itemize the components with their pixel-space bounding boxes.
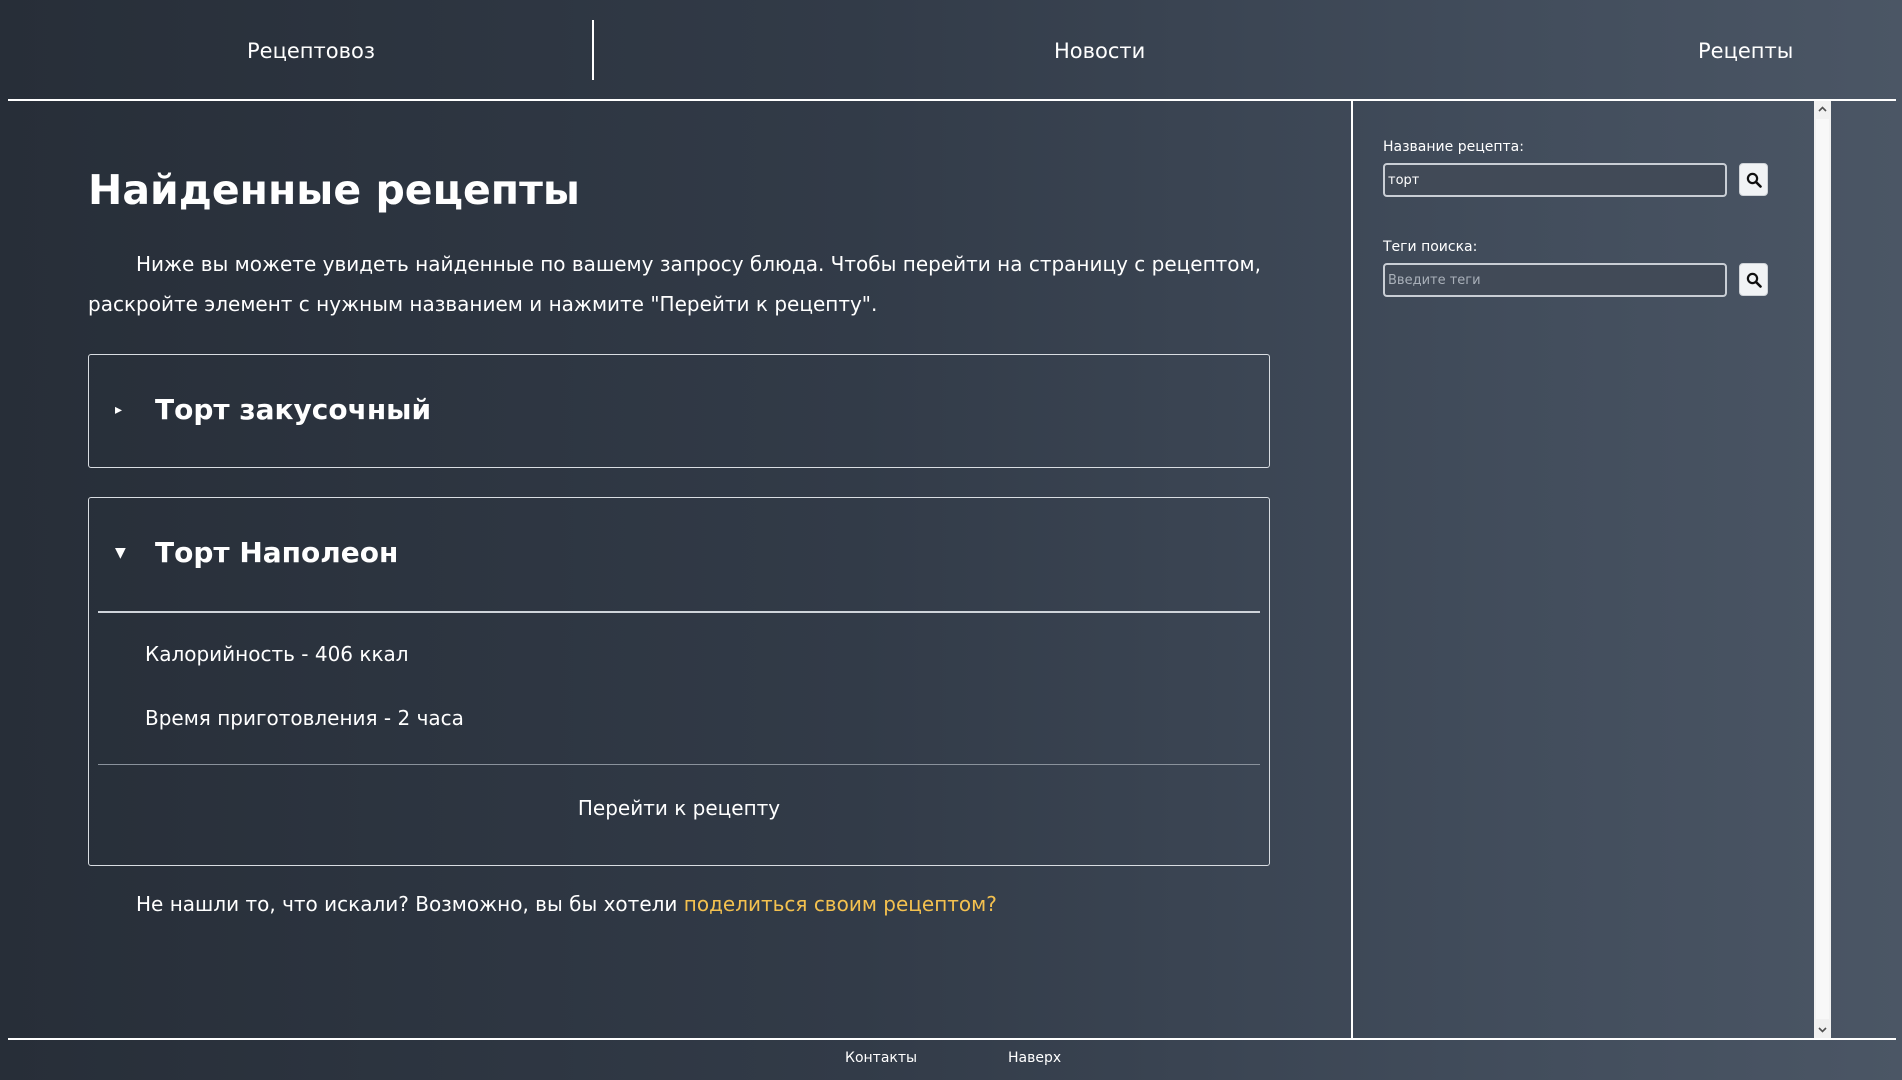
recipe-name-search-button[interactable]: [1739, 163, 1768, 196]
not-found-note: Не нашли то, что искали? Возможно, вы бы…: [136, 892, 997, 916]
main-content: Найденные рецепты Ниже вы можете увидеть…: [88, 102, 1273, 1038]
recipe-item-collapsed: ▸ Торт закусочный: [88, 354, 1270, 468]
recipe-name-label: Название рецепта:: [1383, 139, 1524, 155]
recipe-divider: [98, 764, 1260, 765]
nav-news-link[interactable]: Новости: [1054, 0, 1145, 100]
footer-top-line: [8, 1038, 1896, 1040]
vertical-scrollbar[interactable]: [1814, 101, 1831, 1038]
tags-search-button[interactable]: [1739, 263, 1768, 296]
header-divider: [592, 20, 594, 80]
search-sidebar: Название рецепта: Теги поиска:: [1353, 101, 1815, 1038]
search-icon: [1746, 272, 1762, 288]
go-to-recipe-link[interactable]: Перейти к рецепту: [89, 796, 1269, 820]
recipe-summary-toggle[interactable]: ▸ Торт закусочный: [89, 355, 1269, 467]
brand-link[interactable]: Рецептовоз: [247, 0, 375, 100]
scroll-up-arrow-icon[interactable]: [1814, 101, 1831, 118]
recipe-name-input[interactable]: [1383, 163, 1727, 197]
recipe-name: Торт Наполеон: [155, 536, 399, 569]
recipe-item-expanded: ▼ Торт Наполеон Калорийность - 406 ккал …: [88, 497, 1270, 866]
recipe-name: Торт закусочный: [155, 393, 432, 426]
collapse-arrow-icon: ▼: [115, 545, 126, 561]
search-icon: [1746, 172, 1762, 188]
recipe-cooking-time: Время приготовления - 2 часа: [145, 706, 464, 730]
intro-text: Ниже вы можете увидеть найденные по ваше…: [88, 252, 1261, 316]
share-recipe-link[interactable]: поделиться своим рецептом?: [684, 892, 997, 916]
scroll-down-arrow-icon[interactable]: [1814, 1021, 1831, 1038]
page-title: Найденные рецепты: [88, 166, 580, 214]
scrollbar-thumb[interactable]: [1816, 119, 1829, 1019]
not-found-text: Не нашли то, что искали? Возможно, вы бы…: [136, 892, 684, 916]
search-tags-input[interactable]: [1383, 263, 1727, 297]
footer-contacts-link[interactable]: Контакты: [845, 1050, 917, 1066]
recipe-divider: [98, 611, 1260, 613]
footer-to-top-link[interactable]: Наверх: [1008, 1050, 1061, 1066]
search-tags-label: Теги поиска:: [1383, 239, 1478, 255]
nav-recipes-link[interactable]: Рецепты: [1698, 0, 1793, 100]
recipe-summary-toggle[interactable]: ▼ Торт Наполеон: [89, 498, 1269, 610]
recipe-calories: Калорийность - 406 ккал: [145, 642, 409, 666]
site-header: Рецептовоз Новости Рецепты: [0, 0, 1902, 101]
expand-arrow-icon: ▸: [115, 402, 123, 418]
